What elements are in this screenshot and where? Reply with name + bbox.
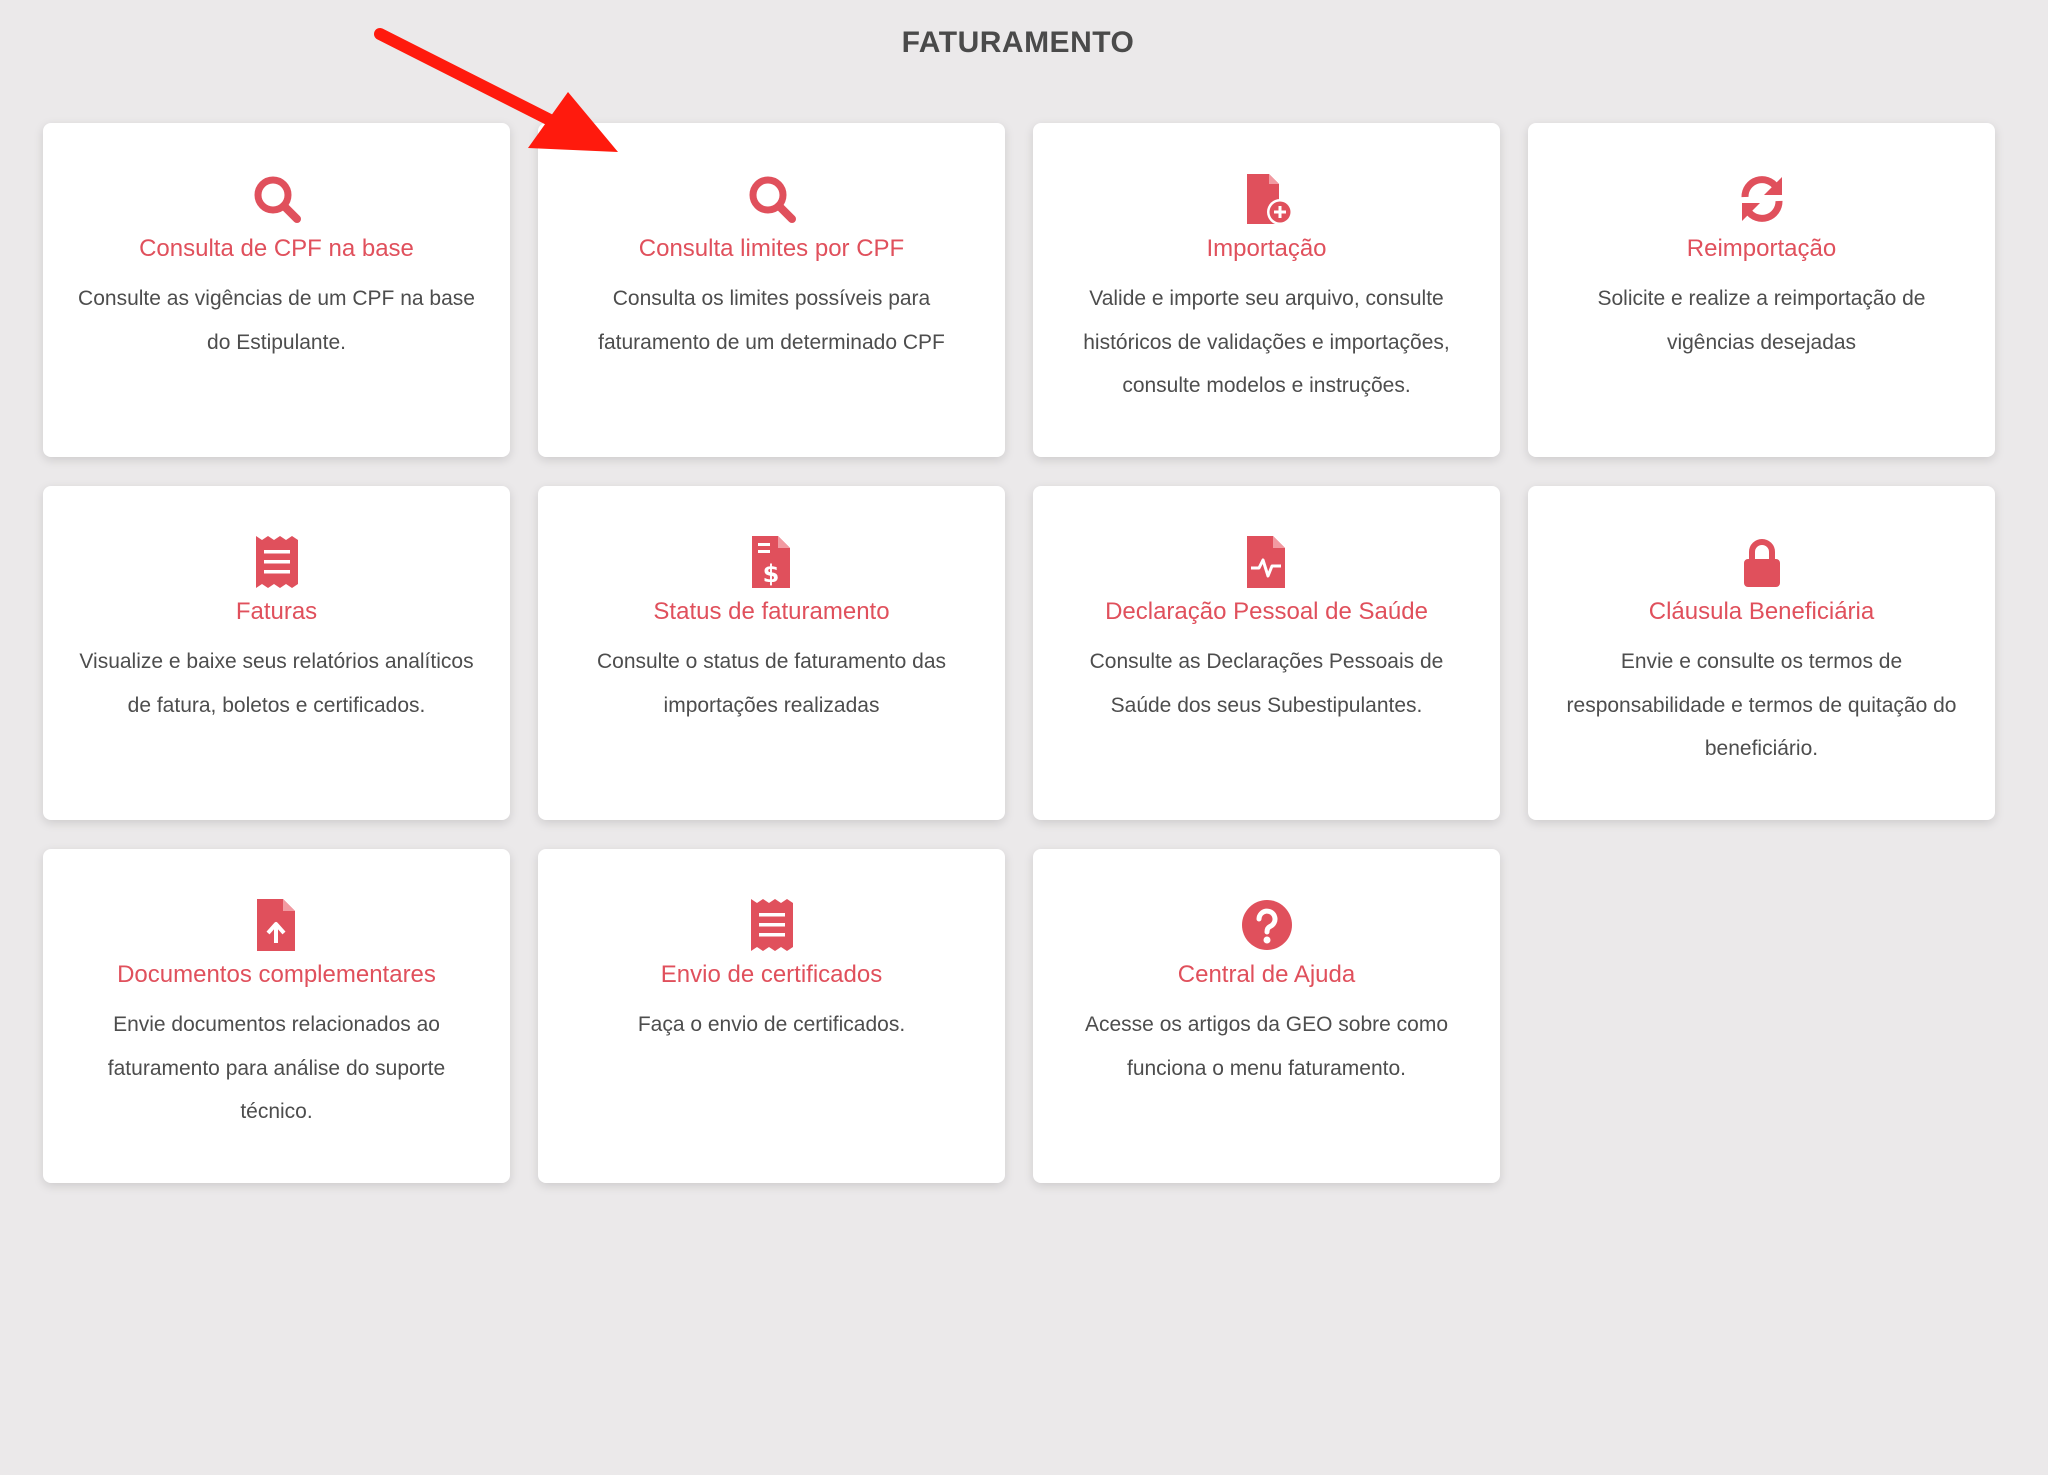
card-central-ajuda[interactable]: Central de Ajuda Acesse os artigos da GE… bbox=[1033, 849, 1500, 1183]
card-title: Declaração Pessoal de Saúde bbox=[1105, 598, 1428, 625]
card-consulta-limites-cpf[interactable]: Consulta limites por CPF Consulta os lim… bbox=[538, 123, 1005, 457]
card-title: Status de faturamento bbox=[653, 598, 890, 625]
card-title: Importação bbox=[1206, 235, 1327, 262]
card-title: Cláusula Beneficiária bbox=[1648, 598, 1875, 625]
file-upload-icon bbox=[249, 897, 305, 953]
card-title: Central de Ajuda bbox=[1177, 961, 1356, 988]
card-description: Consulte o status de faturamento das imp… bbox=[596, 650, 947, 717]
search-icon bbox=[744, 171, 800, 227]
faturamento-page: FATURAMENTO Consulta de CPF na base Cons… bbox=[0, 0, 2048, 1475]
card-description: Envie e consulte os termos de responsabi… bbox=[1566, 650, 1957, 760]
question-circle-icon bbox=[1239, 897, 1295, 953]
file-medical-icon bbox=[1239, 534, 1295, 590]
annotation-arrow bbox=[374, 28, 618, 152]
card-description: Acesse os artigos da GEO sobre como func… bbox=[1085, 1013, 1448, 1080]
card-title: Consulta de CPF na base bbox=[139, 235, 414, 262]
card-description: Visualize e baixe seus relatórios analít… bbox=[79, 650, 474, 717]
card-status-faturamento[interactable]: $ Status de faturamento Consulte o statu… bbox=[538, 486, 1005, 820]
menu-grid: Consulta de CPF na base Consulte as vigê… bbox=[43, 123, 1995, 1183]
card-importacao[interactable]: Importação Valide e importe seu arquivo,… bbox=[1033, 123, 1500, 457]
card-title: Documentos complementares bbox=[117, 961, 436, 988]
card-title: Envio de certificados bbox=[660, 961, 883, 988]
receipt-icon bbox=[249, 534, 305, 590]
file-invoice-dollar-icon: $ bbox=[744, 534, 800, 590]
card-title: Reimportação bbox=[1686, 235, 1837, 262]
svg-text:$: $ bbox=[762, 560, 779, 588]
card-description: Consulte as Declarações Pessoais de Saúd… bbox=[1089, 650, 1444, 717]
lock-icon bbox=[1734, 534, 1790, 590]
file-plus-icon bbox=[1239, 171, 1295, 227]
page-title: FATURAMENTO bbox=[901, 26, 1135, 59]
card-description: Valide e importe seu arquivo, consulte h… bbox=[1083, 287, 1450, 397]
card-description: Envie documentos relacionados ao faturam… bbox=[107, 1013, 446, 1123]
card-consulta-cpf-base[interactable]: Consulta de CPF na base Consulte as vigê… bbox=[43, 123, 510, 457]
search-icon bbox=[249, 171, 305, 227]
card-faturas[interactable]: Faturas Visualize e baixe seus relatório… bbox=[43, 486, 510, 820]
card-description: Solicite e realize a reimportação de vig… bbox=[1597, 287, 1926, 354]
sync-icon bbox=[1734, 171, 1790, 227]
card-title: Faturas bbox=[235, 598, 318, 625]
card-description: Faça o envio de certificados. bbox=[637, 1013, 906, 1036]
card-description: Consulta os limites possíveis para fatur… bbox=[598, 287, 945, 354]
receipt-icon bbox=[744, 897, 800, 953]
card-clausula-beneficiaria[interactable]: Cláusula Beneficiária Envie e consulte o… bbox=[1528, 486, 1995, 820]
card-envio-certificados[interactable]: Envio de certificados Faça o envio de ce… bbox=[538, 849, 1005, 1183]
card-documentos-complementares[interactable]: Documentos complementares Envie document… bbox=[43, 849, 510, 1183]
card-reimportacao[interactable]: Reimportação Solicite e realize a reimpo… bbox=[1528, 123, 1995, 457]
card-title: Consulta limites por CPF bbox=[638, 235, 905, 262]
card-declaracao-saude[interactable]: Declaração Pessoal de Saúde Consulte as … bbox=[1033, 486, 1500, 820]
card-description: Consulte as vigências de um CPF na base … bbox=[78, 287, 475, 354]
